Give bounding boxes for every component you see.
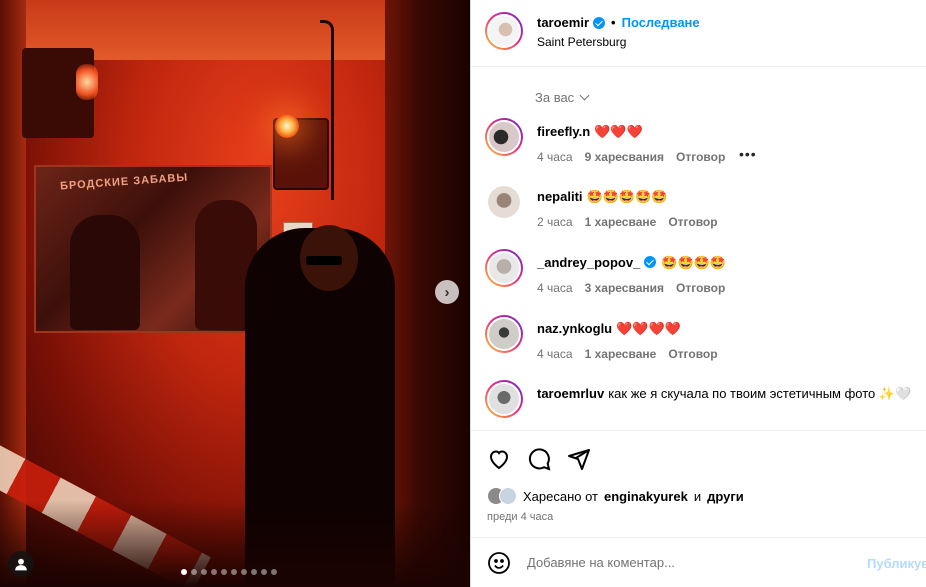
comments-sort-dropdown[interactable]: За вас: [535, 90, 590, 105]
carousel-dot: [271, 569, 277, 575]
liked-by-prefix: Харесано от: [523, 488, 599, 504]
comment-body: ❤️❤️❤️❤️: [616, 321, 681, 336]
reply-button[interactable]: Отговор: [668, 215, 717, 229]
carousel-dot: [191, 569, 197, 575]
carousel-dot: [261, 569, 267, 575]
author-row: taroemir • Последване: [537, 15, 700, 30]
commenter-avatar[interactable]: [485, 315, 523, 353]
reply-button[interactable]: Отговор: [676, 150, 725, 164]
carousel-indicator: [181, 569, 277, 575]
commenter-avatar[interactable]: [485, 249, 523, 287]
comment-body: ❤️❤️❤️: [594, 124, 643, 139]
post-comment-button[interactable]: Публикуване: [867, 556, 926, 571]
post-side-panel: taroemir • Последване Saint Petersburg З…: [470, 0, 926, 587]
liked-by-others[interactable]: други: [707, 489, 744, 504]
emoji-icon[interactable]: [487, 551, 511, 575]
comment-body: 🤩🤩🤩🤩: [661, 255, 727, 270]
comment-text-row: taroemrluv как же я скучала по твоим эсте…: [537, 385, 917, 403]
comment-meta: 4 часа 3 харесвания Отговор: [537, 281, 725, 295]
post-location[interactable]: Saint Petersburg: [537, 35, 626, 49]
commenter-username[interactable]: taroemrluv: [537, 386, 604, 401]
comment-text-row: naz.ynkoglu ❤️❤️❤️❤️: [537, 320, 917, 338]
comment-body: 🤩🤩🤩🤩🤩: [586, 189, 668, 204]
verified-badge-icon: [644, 256, 657, 268]
liked-by-conj: и: [693, 488, 702, 504]
comment-input[interactable]: [527, 555, 847, 570]
comment-meta: 4 часа 9 харесвания Отговор: [537, 150, 725, 164]
comment-text-row: nepaliti 🤩🤩🤩🤩🤩: [537, 188, 917, 206]
post-photo[interactable]: БРОДСКИЕ ЗАБАВЫ ›: [0, 0, 470, 587]
commenter-username[interactable]: _andrey_popov_: [537, 255, 640, 270]
liked-by-user[interactable]: enginakyurek: [604, 489, 688, 504]
author-avatar[interactable]: [485, 12, 523, 50]
carousel-next-button[interactable]: ›: [435, 280, 459, 304]
commenter-avatar[interactable]: [485, 118, 523, 156]
author-username[interactable]: taroemir: [537, 15, 589, 30]
reply-button[interactable]: Отговор: [668, 347, 717, 361]
chevron-right-icon: ›: [444, 283, 450, 301]
comment-time[interactable]: 2 часа: [537, 215, 573, 229]
carousel-dot: [231, 569, 237, 575]
post-header: taroemir • Последване Saint Petersburg: [471, 0, 926, 67]
photo-poster-figure: [70, 215, 140, 330]
user-tag-icon: [15, 558, 27, 571]
liked-by-line: Харесано от enginakyurek и други: [487, 487, 744, 505]
carousel-dot: [211, 569, 217, 575]
verified-badge-icon: [593, 16, 606, 29]
comment-meta: 2 часа 1 харесване Отговор: [537, 215, 718, 229]
photo-sunglasses: [306, 256, 342, 265]
comment-time[interactable]: 4 часа: [537, 281, 573, 295]
comment-likes[interactable]: 9 харесвания: [585, 150, 664, 164]
liked-by-avatars: [487, 487, 517, 505]
photo-lamp-left: [76, 64, 98, 100]
comment-options-button[interactable]: •••: [739, 146, 757, 162]
carousel-dot: [241, 569, 247, 575]
comment-icon[interactable]: [527, 447, 551, 471]
reply-button[interactable]: Отговор: [676, 281, 725, 295]
comment-body: как же я скучала по твоим эстетичным фот…: [608, 386, 912, 401]
follow-button[interactable]: Последване: [622, 15, 700, 30]
avatar: [499, 487, 517, 505]
post-actions-bar: [471, 430, 926, 488]
comment-likes[interactable]: 1 харесване: [585, 215, 657, 229]
add-comment-bar: Публикуване: [471, 537, 926, 587]
share-icon[interactable]: [567, 447, 591, 471]
commenter-username[interactable]: naz.ynkoglu: [537, 321, 612, 336]
user-tags-button[interactable]: [8, 551, 34, 577]
carousel-dot: [181, 569, 187, 575]
comment-text-row: _andrey_popov_ 🤩🤩🤩🤩: [537, 254, 917, 272]
carousel-dot: [251, 569, 257, 575]
carousel-dot: [201, 569, 207, 575]
comment-time[interactable]: 4 часа: [537, 347, 573, 361]
comments-sort-label: За вас: [535, 90, 575, 105]
comment-time[interactable]: 4 часа: [537, 150, 573, 164]
comment-likes[interactable]: 1 харесване: [585, 347, 657, 361]
photo-signal-lamp: [275, 114, 299, 138]
commenter-avatar[interactable]: [488, 186, 520, 218]
separator-dot: •: [611, 15, 616, 30]
post-timestamp[interactable]: преди 4 часа: [487, 511, 553, 523]
comment-text-row: fireefly.n ❤️❤️❤️: [537, 123, 917, 141]
chevron-down-icon: [579, 90, 590, 101]
heart-icon[interactable]: [487, 447, 511, 471]
commenter-username[interactable]: nepaliti: [537, 189, 583, 204]
comment-meta: 4 часа 1 харесване Отговор: [537, 347, 718, 361]
commenter-username[interactable]: fireefly.n: [537, 124, 590, 139]
commenter-avatar[interactable]: [485, 380, 523, 418]
comment-likes[interactable]: 3 харесвания: [585, 281, 664, 295]
carousel-dot: [221, 569, 227, 575]
